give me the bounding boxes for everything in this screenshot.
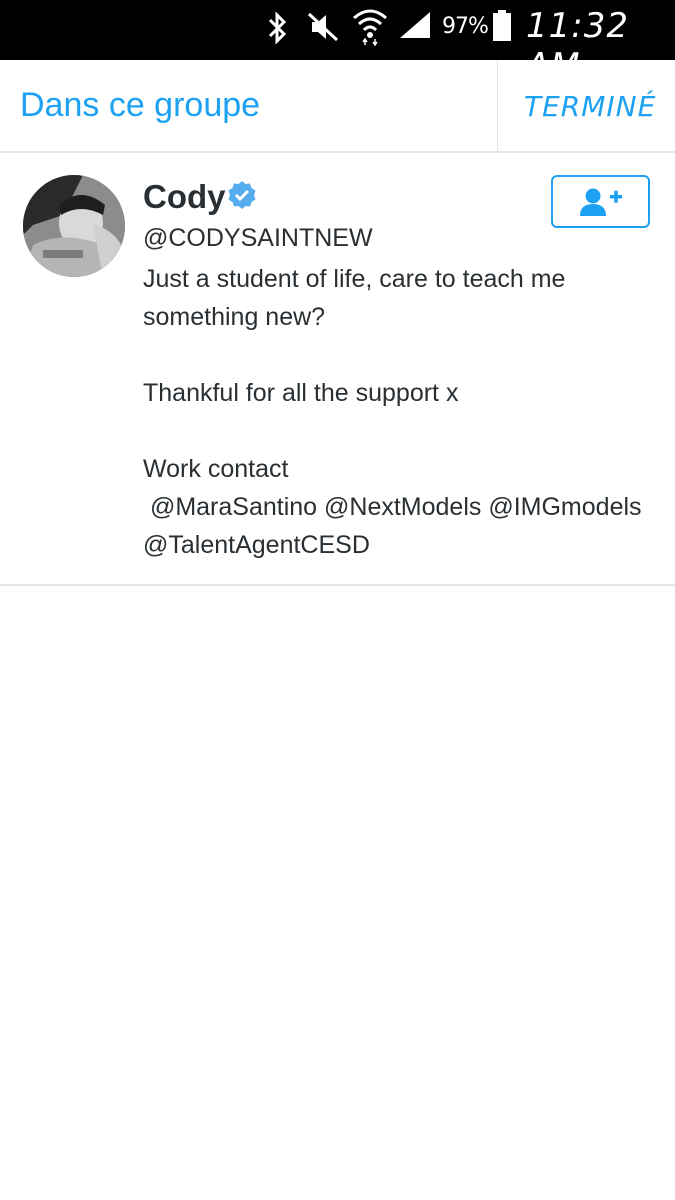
bio-line	[143, 412, 663, 450]
status-bar: 97% 11:32 AM	[0, 0, 675, 86]
bluetooth-icon	[268, 11, 287, 45]
verified-badge-icon	[228, 181, 256, 209]
bio-line: @MaraSantino @NextModels @IMGmodels	[143, 493, 642, 521]
mute-icon	[307, 12, 339, 42]
bio-line	[143, 336, 663, 374]
user-name[interactable]: Cody	[143, 178, 226, 215]
follow-button[interactable]	[551, 175, 650, 228]
page-title: Dans ce groupe	[20, 86, 261, 124]
done-button[interactable]: TERMINÉ	[524, 90, 656, 123]
signal-icon	[400, 12, 430, 38]
add-user-icon	[580, 188, 622, 216]
bio-line: Thankful for all the support x	[143, 379, 459, 407]
avatar[interactable]	[23, 175, 125, 277]
bio-line: something new?	[143, 303, 326, 331]
header-divider	[497, 60, 498, 151]
battery-percent: 97%	[442, 14, 489, 39]
wifi-icon	[353, 9, 387, 46]
user-handle: @CODYSAINTNEW	[143, 224, 373, 252]
user-card[interactable]: Cody @CODYSAINTNEW Just a student of lif…	[0, 152, 675, 586]
bio-line: Just a student of life, care to teach me	[143, 265, 566, 293]
bio-line: @TalentAgentCESD	[143, 531, 370, 559]
name-row: Cody	[143, 178, 256, 222]
bio-line: Work contact	[143, 455, 289, 483]
user-bio: Just a student of life, care to teach me…	[143, 260, 663, 564]
group-header: Dans ce groupe TERMINÉ	[0, 60, 675, 153]
battery-icon	[493, 10, 511, 41]
